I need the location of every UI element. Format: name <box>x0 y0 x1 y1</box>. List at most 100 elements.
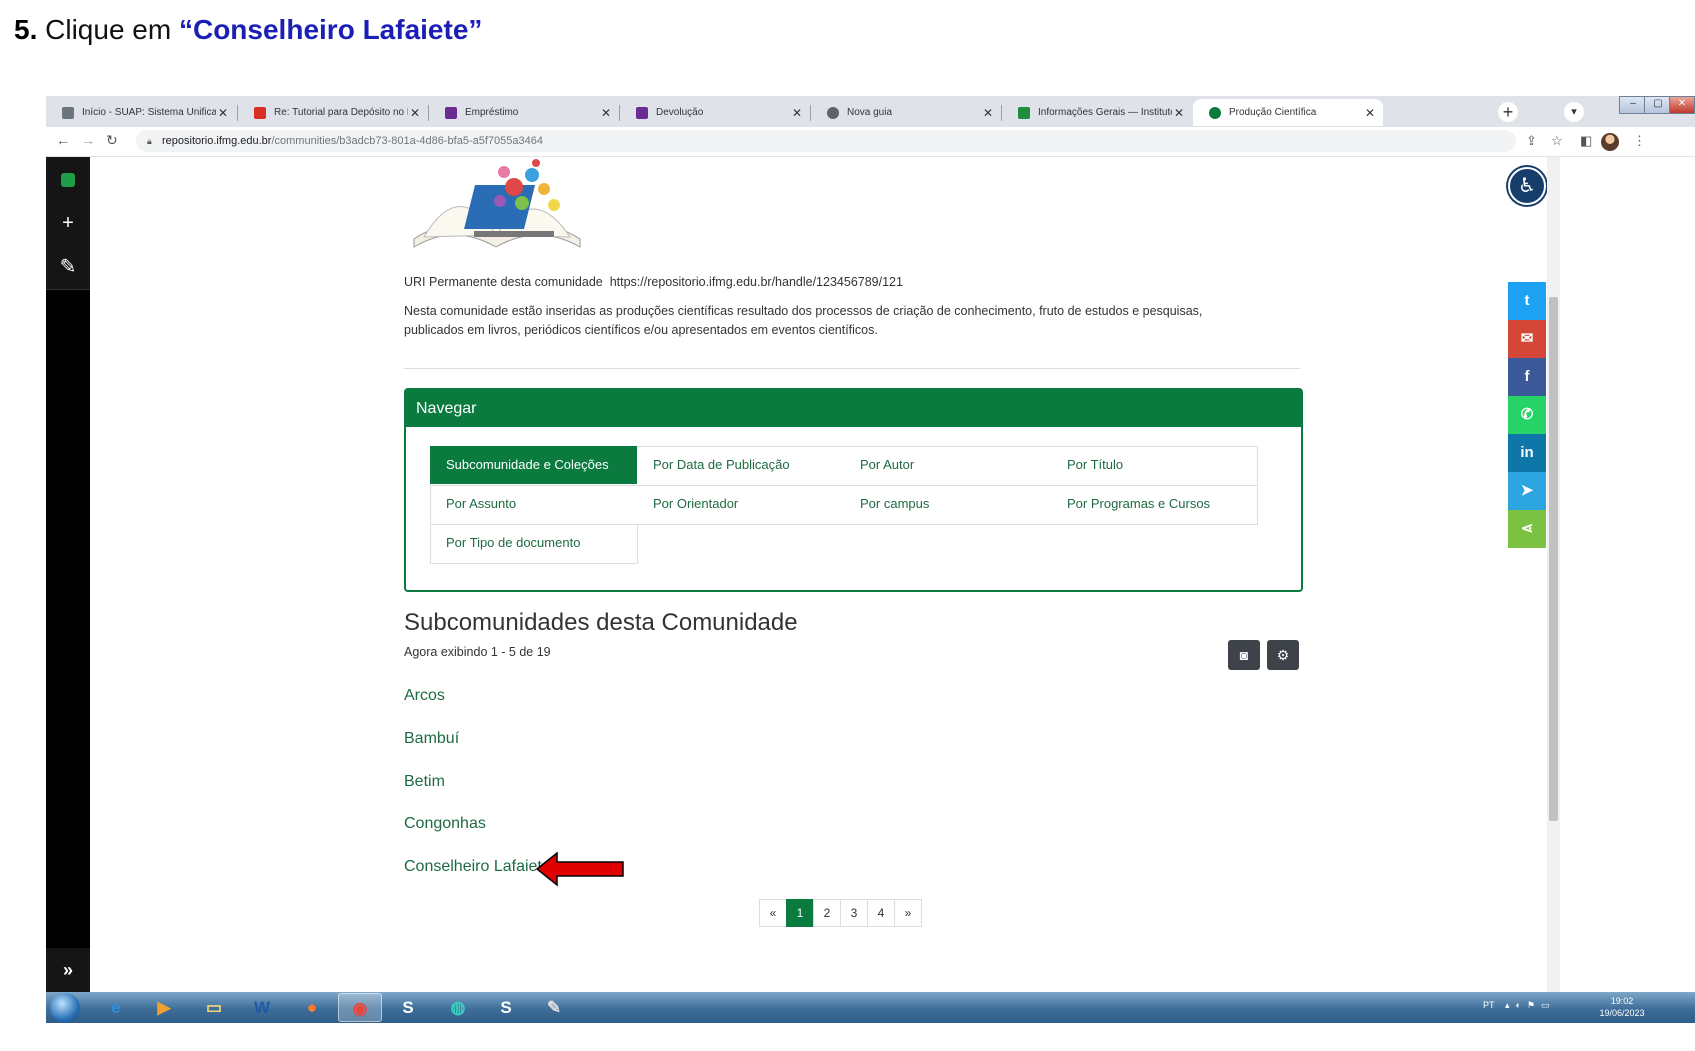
browse-by-date[interactable]: Por Data de Publicação <box>637 446 844 484</box>
edit-pencil-icon[interactable]: ✎ <box>46 245 90 290</box>
linkedin-share-button[interactable]: in <box>1508 434 1546 472</box>
tab-title: Produção Científica <box>1229 107 1317 118</box>
clock-time: 19:02 <box>1610 996 1634 1006</box>
browse-by-subject[interactable]: Por Assunto <box>430 485 637 523</box>
accessibility-icon[interactable]: ♿︎ <box>1508 167 1546 205</box>
expand-sidebar-icon[interactable]: » <box>46 948 90 992</box>
grid-line <box>1257 446 1258 525</box>
close-icon[interactable]: ✕ <box>1363 106 1377 120</box>
facebook-share-button[interactable]: f <box>1508 358 1546 396</box>
new-tab-button[interactable]: + <box>1498 102 1518 122</box>
rss-icon: ◙ <box>1239 647 1249 663</box>
bookmark-star-icon[interactable]: ☆ <box>1551 133 1563 149</box>
subcommunity-link[interactable]: Betim <box>404 773 445 791</box>
profile-avatar[interactable] <box>1601 133 1619 151</box>
share-page-icon[interactable]: ⇪ <box>1526 133 1537 149</box>
share-icon: ⋖ <box>1520 520 1534 537</box>
maximize-button[interactable]: ▢ <box>1644 96 1672 114</box>
add-icon[interactable]: + <box>46 201 90 246</box>
tray-icons[interactable]: ▴◐⚑▭ <box>1505 1000 1556 1011</box>
edge-icon[interactable]: ◍ <box>436 993 480 1022</box>
forward-arrow-icon[interactable]: → <box>81 132 95 148</box>
browse-by-document-type[interactable]: Por Tipo de documento <box>430 524 637 562</box>
url-host: repositorio.ifmg.edu.br <box>162 135 272 147</box>
repository-logo-icon[interactable] <box>46 157 90 202</box>
skype-icon[interactable]: S <box>484 993 528 1022</box>
generic-share-button[interactable]: ⋖ <box>1508 510 1546 548</box>
chrome-taskbar-icon[interactable]: ◉ <box>338 993 382 1022</box>
back-arrow-icon[interactable]: ← <box>56 132 70 148</box>
windows-start-icon[interactable] <box>50 993 80 1023</box>
browse-by-author[interactable]: Por Autor <box>844 446 1051 484</box>
tab-suap[interactable]: Início - SUAP: Sistema Unificado ✕ <box>46 99 236 126</box>
tab-title: Devolução <box>656 107 704 118</box>
scrollbar-thumb[interactable] <box>1549 297 1558 821</box>
pagination-page-3[interactable]: 3 <box>840 899 868 927</box>
browse-by-programs[interactable]: Por Programas e Cursos <box>1051 485 1257 523</box>
app-icon <box>445 106 457 119</box>
skype-icon[interactable]: S <box>386 993 430 1022</box>
settings-button[interactable]: ⚙ <box>1267 640 1299 670</box>
close-icon[interactable]: ✕ <box>599 106 613 120</box>
close-icon[interactable]: ✕ <box>981 106 995 120</box>
community-description-line-1: Nesta comunidade estão inseridas as prod… <box>404 304 1203 318</box>
side-panel-icon[interactable]: ◧ <box>1580 133 1592 149</box>
browse-subcommunities-collections[interactable]: Subcomunidade e Coleções <box>430 446 637 484</box>
permanent-uri: URI Permanente desta comunidade https://… <box>404 272 903 292</box>
facebook-icon: f <box>1524 368 1530 385</box>
twitter-share-button[interactable]: t <box>1508 282 1546 320</box>
rss-feed-button[interactable]: ◙ <box>1228 640 1260 670</box>
tab-gmail[interactable]: Re: Tutorial para Depósito no RI-I ✕ <box>238 99 428 126</box>
uri-link[interactable]: https://repositorio.ifmg.edu.br/handle/1… <box>610 275 903 289</box>
whatsapp-share-button[interactable]: ✆ <box>1508 396 1546 434</box>
envelope-icon: ✉ <box>1520 330 1534 347</box>
admin-sidebar: + ✎ » <box>46 157 90 992</box>
twitter-icon: t <box>1524 292 1530 309</box>
page-viewport: + ✎ » URI Permanente desta comunidade ht… <box>46 157 1695 992</box>
close-icon[interactable]: ✕ <box>1172 106 1186 120</box>
results-count: Agora exibindo 1 - 5 de 19 <box>404 645 551 659</box>
pagination-next[interactable]: » <box>894 899 922 927</box>
language-indicator[interactable]: PT <box>1483 1000 1495 1010</box>
kebab-menu-icon[interactable]: ⋮ <box>1633 133 1646 149</box>
url-input[interactable]: 🔒︎ repositorio.ifmg.edu.br/communities/b… <box>136 130 1516 152</box>
pagination-page-4[interactable]: 4 <box>867 899 895 927</box>
pagination-page-2[interactable]: 2 <box>813 899 841 927</box>
grid-line <box>430 563 637 564</box>
close-icon[interactable]: ✕ <box>408 106 422 120</box>
email-share-button[interactable]: ✉ <box>1508 320 1546 358</box>
subcommunity-link[interactable]: Congonhas <box>404 815 486 833</box>
reload-icon[interactable]: ↻ <box>106 132 118 149</box>
media-player-icon[interactable]: ▶ <box>142 993 186 1022</box>
tab-devolucao[interactable]: Devolução ✕ <box>620 99 810 126</box>
pagination-prev[interactable]: « <box>759 899 787 927</box>
firefox-icon[interactable]: ● <box>290 993 334 1022</box>
browse-by-advisor[interactable]: Por Orientador <box>637 485 844 523</box>
subcommunity-link-conselheiro-lafaiete[interactable]: Conselheiro Lafaiete <box>404 858 551 876</box>
tab-search-icon[interactable]: ▾ <box>1564 102 1584 122</box>
tab-title: Empréstimo <box>465 107 519 118</box>
close-window-button[interactable]: ✕ <box>1669 96 1695 114</box>
tab-emprestimo[interactable]: Empréstimo ✕ <box>429 99 619 126</box>
minimize-button[interactable]: – <box>1619 96 1647 114</box>
subcommunity-link[interactable]: Bambuí <box>404 730 459 748</box>
file-explorer-icon[interactable]: ▭ <box>192 993 236 1022</box>
tab-nova-guia[interactable]: Nova guia ✕ <box>811 99 1001 126</box>
clock[interactable]: 19:02 19/06/2023 <box>1587 995 1657 1019</box>
pagination-page-1[interactable]: 1 <box>786 899 814 927</box>
paint-icon[interactable]: ✎ <box>532 993 576 1022</box>
ifmg-icon <box>1018 106 1030 119</box>
telegram-icon: ➤ <box>1520 482 1534 499</box>
subcommunity-link[interactable]: Arcos <box>404 687 445 705</box>
clock-date: 19/06/2023 <box>1599 1008 1645 1018</box>
telegram-share-button[interactable]: ➤ <box>1508 472 1546 510</box>
browse-panel: Navegar Subcomunidade e Coleções Por Dat… <box>404 388 1303 592</box>
internet-explorer-icon[interactable]: e <box>94 993 138 1022</box>
tab-informacoes-gerais[interactable]: Informações Gerais — Instituto F ✕ <box>1002 99 1192 126</box>
browse-by-title[interactable]: Por Título <box>1051 446 1257 484</box>
word-icon[interactable]: W <box>240 993 284 1022</box>
browse-by-campus[interactable]: Por campus <box>844 485 1051 523</box>
tab-producao-cientifica[interactable]: Produção Científica ✕ <box>1193 99 1383 126</box>
close-icon[interactable]: ✕ <box>216 106 230 120</box>
close-icon[interactable]: ✕ <box>790 106 804 120</box>
